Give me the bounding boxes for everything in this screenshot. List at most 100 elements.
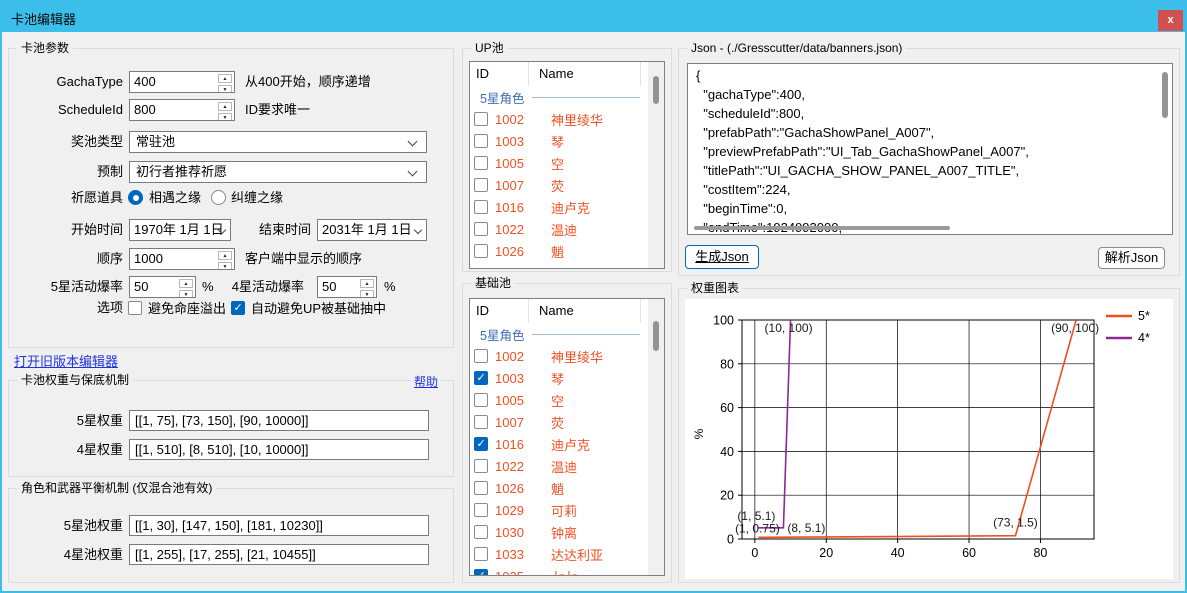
pool-weight5-value: [[1, 30], [147, 150], [181, 10230]] [135,518,323,533]
row-name: 琴 [551,369,564,388]
checkbox-label[interactable]: 避免命座溢出 [148,300,226,317]
table-header: IDName [470,62,648,86]
row-checkbox[interactable] [474,349,488,363]
spin-up-icon[interactable]: ▲ [360,279,374,288]
row-checkbox[interactable] [474,222,488,236]
row-checkbox[interactable] [474,200,488,214]
row-checkbox[interactable] [474,547,488,561]
svg-text:(1, 0.75): (1, 0.75) [735,521,780,535]
help-link[interactable]: 帮助 [411,373,441,390]
group-title: 卡池权重与保底机制 [17,373,133,387]
close-icon[interactable]: x [1158,10,1183,31]
open-old-editor-link[interactable]: 打开旧版本编辑器 [14,351,118,370]
row-checkbox[interactable] [474,244,488,258]
preset-value: 初行者推荐祈愿 [136,164,227,179]
table-row: 1005空 [470,389,648,411]
order-spinner[interactable]: 1000 ▲ ▼ [129,248,235,270]
rate4-spinner[interactable]: 50 ▲ ▼ [317,276,377,298]
spin-down-icon[interactable]: ▼ [218,262,232,270]
row-checkbox[interactable] [474,178,488,192]
end-time-picker[interactable]: 2031年 1月 1日 [317,219,427,241]
pool-type-select[interactable]: 常驻池 [129,131,427,153]
json-textarea[interactable]: { "gachaType":400, "scheduleId":800, "pr… [687,63,1173,235]
spin-up-icon[interactable]: ▲ [218,74,232,83]
row-checkbox[interactable] [474,393,488,407]
row-checkbox[interactable] [474,112,488,126]
schedule-id-spinner[interactable]: 800 ▲ ▼ [129,99,235,121]
pool-type-row: 奖池类型 常驻池 [9,131,453,153]
generate-json-button[interactable]: 生成Json [685,245,759,269]
radio-label[interactable]: 相遇之缘 [149,189,201,206]
row-id: 1005 [495,393,537,408]
row-checkbox[interactable] [474,503,488,517]
section-line [532,334,640,335]
row-id: 1007 [495,415,537,430]
column-header-id: ID [470,62,529,86]
weight5-input[interactable]: [[1, 75], [73, 150], [90, 10000]] [129,410,429,431]
row-checkbox[interactable] [474,415,488,429]
spin-down-icon[interactable]: ▼ [218,113,232,121]
radio-label[interactable]: 纠缠之缘 [231,189,283,206]
json-hscrollbar-thumb[interactable] [694,226,950,230]
pool-weight5-input[interactable]: [[1, 30], [147, 150], [181, 10230]] [129,515,429,536]
row-checkbox[interactable]: ✓ [474,371,488,385]
check-icon: ✓ [477,371,486,384]
scrollbar-thumb[interactable] [653,321,659,351]
radio-meet-fate[interactable] [128,190,143,205]
rate5-spinner[interactable]: 50 ▲ ▼ [129,276,196,298]
up-pool-table: IDName5星角色1002神里绫华1003琴1005空1007荧1016迪卢克… [469,61,665,269]
row-checkbox[interactable]: ✓ [474,569,488,575]
base-pool-scrollbar[interactable] [648,299,664,575]
preset-select[interactable]: 初行者推荐祈愿 [129,161,427,183]
row-id: 1022 [495,222,537,237]
schedule-id-row: ScheduleId 800 ▲ ▼ ID要求唯一 [9,99,453,121]
gacha-type-spinner[interactable]: 400 ▲ ▼ [129,71,235,93]
checkbox-label[interactable]: 自动避免UP被基础抽中 [251,300,386,317]
row-name: 温迪 [551,220,577,239]
rate4-label: 4星活动爆率 [190,276,304,298]
row-checkbox[interactable] [474,459,488,473]
radio-intertwined-fate[interactable] [211,190,226,205]
table-row: 1033达达利亚 [470,543,648,565]
scrollbar-thumb[interactable] [1162,72,1168,118]
gacha-editor-window: 卡池编辑器 x 卡池参数 GachaType 400 ▲ ▼ 从400开始，顺序… [0,0,1187,593]
row-checkbox[interactable]: ✓ [474,437,488,451]
weight4-value: [[1, 510], [8, 510], [10, 10000]] [135,442,308,457]
pool-weight4-input[interactable]: [[1, 255], [17, 255], [21, 10455]] [129,544,429,565]
svg-text:40: 40 [720,445,734,459]
row-checkbox[interactable] [474,525,488,539]
pool-weight4-value: [[1, 255], [17, 255], [21, 10455]] [135,547,316,562]
row-id: 1029 [495,503,537,518]
preset-label: 预制 [9,161,123,183]
svg-text:60: 60 [720,401,734,415]
spin-up-icon[interactable]: ▲ [218,251,232,260]
group-title: Json - (./Gresscutter/data/banners.json) [687,41,906,55]
row-id: 1003 [495,134,537,149]
order-hint: 客户端中显示的顺序 [245,248,362,270]
spin-down-icon[interactable]: ▼ [218,85,232,93]
spinner-buttons[interactable]: ▲ ▼ [217,101,233,119]
checkbox-auto-avoid-up-in-base[interactable]: ✓ [231,301,245,315]
checkbox-avoid-constellation-overflow[interactable]: ✓ [128,301,142,315]
spin-up-icon[interactable]: ▲ [218,102,232,111]
spin-down-icon[interactable]: ▼ [360,290,374,298]
spinner-buttons[interactable]: ▲ ▼ [359,278,375,296]
row-checkbox[interactable] [474,156,488,170]
group-title: UP池 [471,41,508,55]
json-scrollbar[interactable] [1158,64,1172,234]
scrollbar-thumb[interactable] [653,76,659,104]
group-title: 基础池 [471,276,515,290]
up-pool-scrollbar[interactable] [648,62,664,268]
parse-json-button[interactable]: 解析Json [1098,247,1165,269]
title-bar[interactable]: 卡池编辑器 x [2,2,1185,32]
row-id: 1002 [495,112,537,127]
spinner-buttons[interactable]: ▲ ▼ [217,73,233,91]
weight4-input[interactable]: [[1, 510], [8, 510], [10, 10000]] [129,439,429,460]
row-checkbox[interactable] [474,134,488,148]
table-row: ✓1003琴 [470,367,648,389]
table-row: 1029可莉 [470,499,648,521]
spinner-buttons[interactable]: ▲ ▼ [217,250,233,268]
row-checkbox[interactable] [474,481,488,495]
table-row: 1002神里绫华 [470,108,648,130]
group-title: 角色和武器平衡机制 (仅混合池有效) [17,481,216,495]
